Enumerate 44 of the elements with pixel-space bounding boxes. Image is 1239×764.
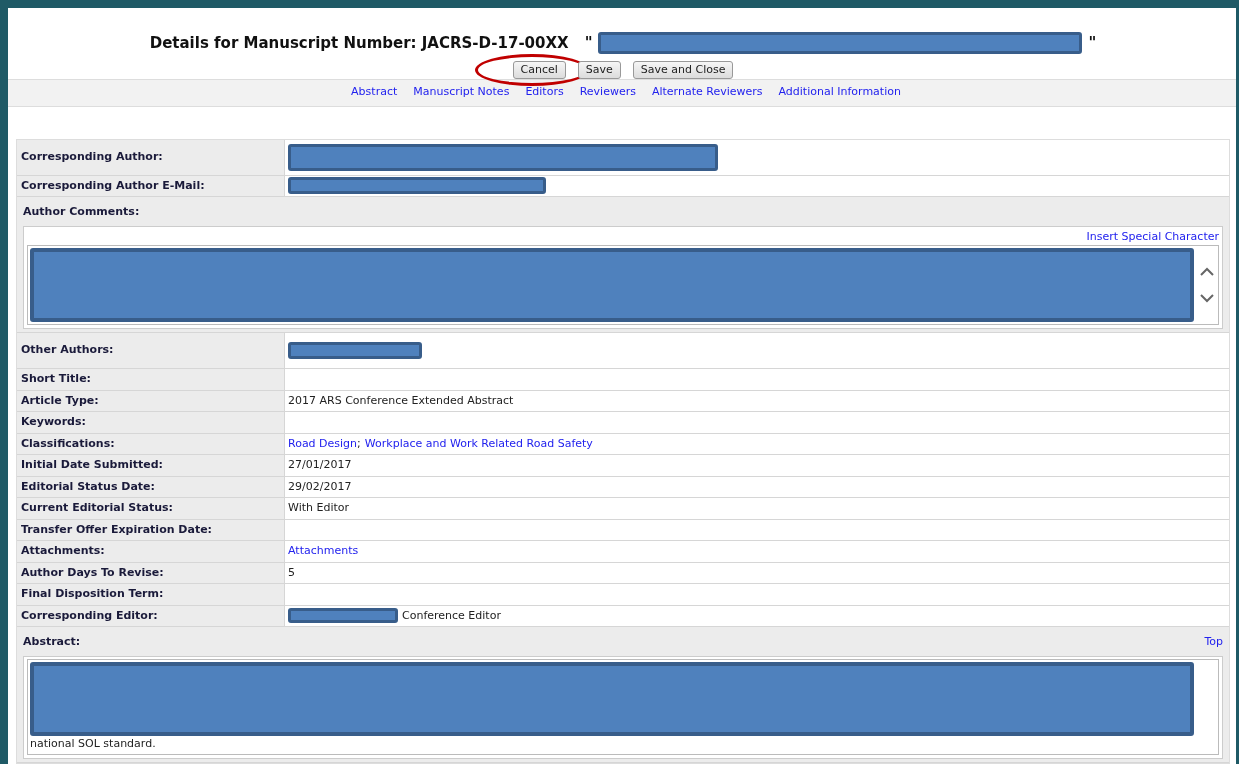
nav-link[interactable]: Additional Information <box>778 84 901 101</box>
field-label: Article Type: <box>21 392 99 409</box>
toolbar-button[interactable]: Save <box>577 60 621 79</box>
field-label: Author Comments: <box>23 204 140 220</box>
toolbar-button[interactable]: Save and Close <box>632 60 734 79</box>
field-label: Initial Date Submitted: <box>21 457 163 473</box>
scroll-down-icon[interactable] <box>1200 294 1214 303</box>
attachments-link[interactable]: Attachments <box>288 543 359 560</box>
field-value: 27/01/2017 <box>288 457 352 473</box>
separator: ; <box>357 435 361 452</box>
field-label: Abstract: <box>23 634 81 650</box>
field-label: Classifications: <box>21 435 115 452</box>
quote-mark: " <box>584 33 593 54</box>
field-label: Current Editorial Status: <box>21 500 173 516</box>
abstract-text: national SOL standard. <box>30 735 157 752</box>
field-label: Corresponding Author: <box>21 148 163 165</box>
nav-link[interactable]: Editors <box>525 84 564 101</box>
classification-link[interactable]: Workplace and Work Related Road Safety <box>364 435 593 452</box>
field-label: Short Title: <box>21 371 91 387</box>
field-value: Conference Editor <box>402 607 501 624</box>
field-label: Transfer Offer Expiration Date: <box>21 521 213 538</box>
field-label: Keywords: <box>21 414 86 430</box>
field-value: 5 <box>288 564 295 581</box>
page-title: Details for Manuscript Number: JACRS-D-17-00XX <box>149 33 569 54</box>
field-label: Other Authors: <box>21 342 114 359</box>
nav-link[interactable]: Abstract <box>351 84 398 101</box>
insert-special-character-link[interactable]: Insert Special Character <box>1086 228 1219 245</box>
quote-mark: " <box>1088 33 1097 54</box>
classification-link[interactable]: Road Design <box>288 435 358 452</box>
field-value: With Editor <box>288 500 350 516</box>
field-label: Attachments: <box>21 543 105 559</box>
field-label: Final Disposition Term: <box>21 586 164 602</box>
field-label: Editorial Status Date: <box>21 478 155 495</box>
field-label: Corresponding Author E-Mail: <box>21 177 205 194</box>
field-label: Corresponding Editor: <box>21 607 158 624</box>
field-label: Author Days To Revise: <box>21 564 164 581</box>
toolbar-button[interactable]: Cancel <box>512 60 566 79</box>
scroll-up-icon[interactable] <box>1200 267 1214 276</box>
nav-link[interactable]: Manuscript Notes <box>413 84 510 101</box>
field-value: 2017 ARS Conference Extended Abstract <box>288 392 514 409</box>
nav-link[interactable]: Alternate Reviewers <box>651 84 763 101</box>
top-link[interactable]: Top <box>1204 634 1223 651</box>
field-value: 29/02/2017 <box>288 478 352 495</box>
nav-link[interactable]: Reviewers <box>579 84 636 101</box>
